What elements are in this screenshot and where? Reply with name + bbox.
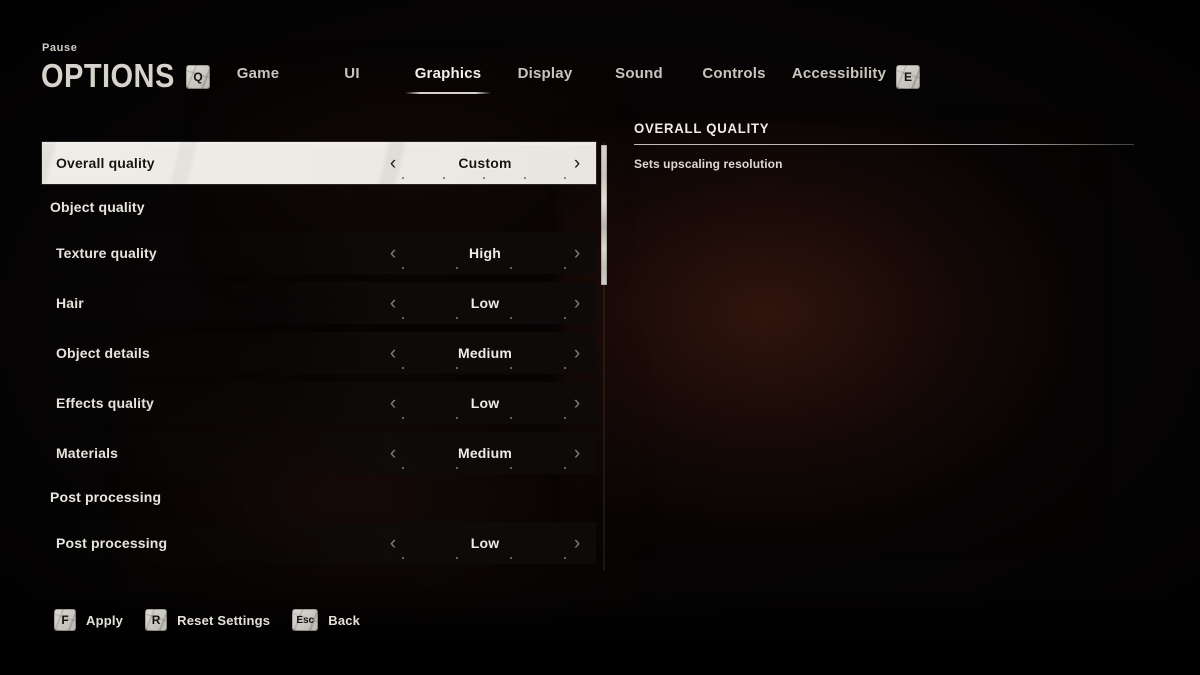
key-hint-r: R (145, 609, 168, 631)
chevron-right-icon[interactable]: › (568, 241, 586, 265)
stepper-materials: ‹ Medium › (372, 432, 596, 474)
info-panel-divider (634, 144, 1134, 145)
stepper-ticks (402, 466, 566, 469)
setting-row-hair[interactable]: Hair ‹ Low › (42, 282, 596, 324)
settings-scrollbar[interactable] (601, 143, 607, 571)
chevron-right-icon[interactable]: › (568, 341, 586, 365)
setting-value: Low (470, 535, 500, 551)
setting-row-materials[interactable]: Materials ‹ Medium › (42, 432, 596, 474)
action-back[interactable]: Esc Back (292, 609, 360, 631)
chevron-left-icon[interactable]: ‹ (384, 341, 402, 365)
key-hint-f: F (54, 609, 76, 631)
setting-value: Medium (457, 445, 513, 461)
stepper-ticks (402, 366, 566, 369)
stepper-ticks (402, 316, 566, 319)
setting-value: Low (470, 295, 500, 311)
setting-label: Post processing (56, 535, 168, 551)
tab-sound[interactable]: Sound (592, 59, 686, 94)
setting-row-object-details[interactable]: Object details ‹ Medium › (42, 332, 596, 374)
chevron-right-icon[interactable]: › (568, 291, 586, 315)
stepper-object-details: ‹ Medium › (372, 332, 596, 374)
tab-game[interactable]: Game (210, 59, 306, 94)
setting-label: Texture quality (56, 245, 157, 261)
setting-value: Low (470, 395, 500, 411)
section-header-object-quality: Object quality (42, 192, 596, 222)
stepper-post-processing: ‹ Low › (372, 522, 596, 564)
stepper-ticks (402, 556, 566, 559)
action-label: Reset Settings (177, 612, 271, 628)
stepper-overall-quality: ‹ Custom › (372, 142, 596, 184)
action-apply[interactable]: F Apply (54, 609, 123, 631)
tab-controls[interactable]: Controls (686, 59, 782, 94)
prev-tab-key-hint[interactable]: Q (186, 65, 210, 89)
page-title: OPTIONS (41, 57, 175, 94)
action-bar: F Apply R Reset Settings Esc Back (54, 609, 382, 631)
pause-label: Pause (42, 42, 78, 54)
tab-display[interactable]: Display (498, 59, 592, 94)
stepper-ticks (402, 266, 566, 269)
stepper-ticks (402, 176, 566, 179)
section-header-post-processing: Post processing (42, 482, 596, 512)
chevron-left-icon[interactable]: ‹ (384, 531, 402, 555)
setting-label: Effects quality (56, 395, 154, 411)
key-hint-esc: Esc (292, 609, 319, 631)
chevron-left-icon[interactable]: ‹ (384, 391, 402, 415)
info-panel: OVERALL QUALITY Sets upscaling resolutio… (634, 120, 1136, 171)
stepper-hair: ‹ Low › (372, 282, 596, 324)
next-tab-key-hint[interactable]: E (896, 65, 920, 89)
chevron-right-icon[interactable]: › (568, 531, 586, 555)
chevron-right-icon[interactable]: › (568, 441, 586, 465)
setting-label: Object details (56, 345, 150, 361)
action-reset-settings[interactable]: R Reset Settings (145, 609, 270, 631)
settings-list: Overall quality ‹ Custom › Object quality Tex… (42, 142, 596, 574)
setting-row-effects-quality[interactable]: Effects quality ‹ Low › (42, 382, 596, 424)
scrollbar-thumb[interactable] (601, 145, 607, 285)
chevron-left-icon[interactable]: ‹ (384, 241, 402, 265)
setting-label: Overall quality (56, 155, 155, 171)
tab-graphics[interactable]: Graphics (398, 59, 498, 94)
setting-value: Medium (457, 345, 513, 361)
setting-value: Custom (458, 155, 512, 171)
chevron-left-icon[interactable]: ‹ (384, 291, 402, 315)
section-header-label: Object quality (50, 199, 145, 215)
section-header-label: Post processing (50, 489, 162, 505)
setting-row-texture-quality[interactable]: Texture quality ‹ High › (42, 232, 596, 274)
tab-navigation: Q Game UI Graphics Display Sound Controls Acce… (186, 58, 920, 94)
header: Pause OPTIONS Q Game UI Graphics Display Sou… (0, 0, 1200, 112)
stepper-effects-quality: ‹ Low › (372, 382, 596, 424)
info-panel-title: OVERALL QUALITY (634, 120, 770, 136)
tab-list: Game UI Graphics Display Sound Controls Access… (210, 59, 896, 94)
tab-accessibility[interactable]: Accessibility (782, 59, 896, 94)
setting-row-overall-quality[interactable]: Overall quality ‹ Custom › (42, 142, 596, 184)
action-label: Apply (86, 612, 124, 628)
stepper-ticks (402, 416, 566, 419)
stepper-texture-quality: ‹ High › (372, 232, 596, 274)
info-panel-description: Sets upscaling resolution (634, 157, 783, 171)
setting-label: Hair (56, 295, 84, 311)
chevron-left-icon[interactable]: ‹ (384, 151, 402, 175)
setting-label: Materials (56, 445, 119, 461)
chevron-left-icon[interactable]: ‹ (384, 441, 402, 465)
chevron-right-icon[interactable]: › (568, 151, 586, 175)
chevron-right-icon[interactable]: › (568, 391, 586, 415)
tab-ui[interactable]: UI (306, 59, 398, 94)
setting-row-post-processing[interactable]: Post processing ‹ Low › (42, 522, 596, 564)
action-label: Back (328, 612, 361, 628)
setting-value: High (469, 245, 501, 261)
